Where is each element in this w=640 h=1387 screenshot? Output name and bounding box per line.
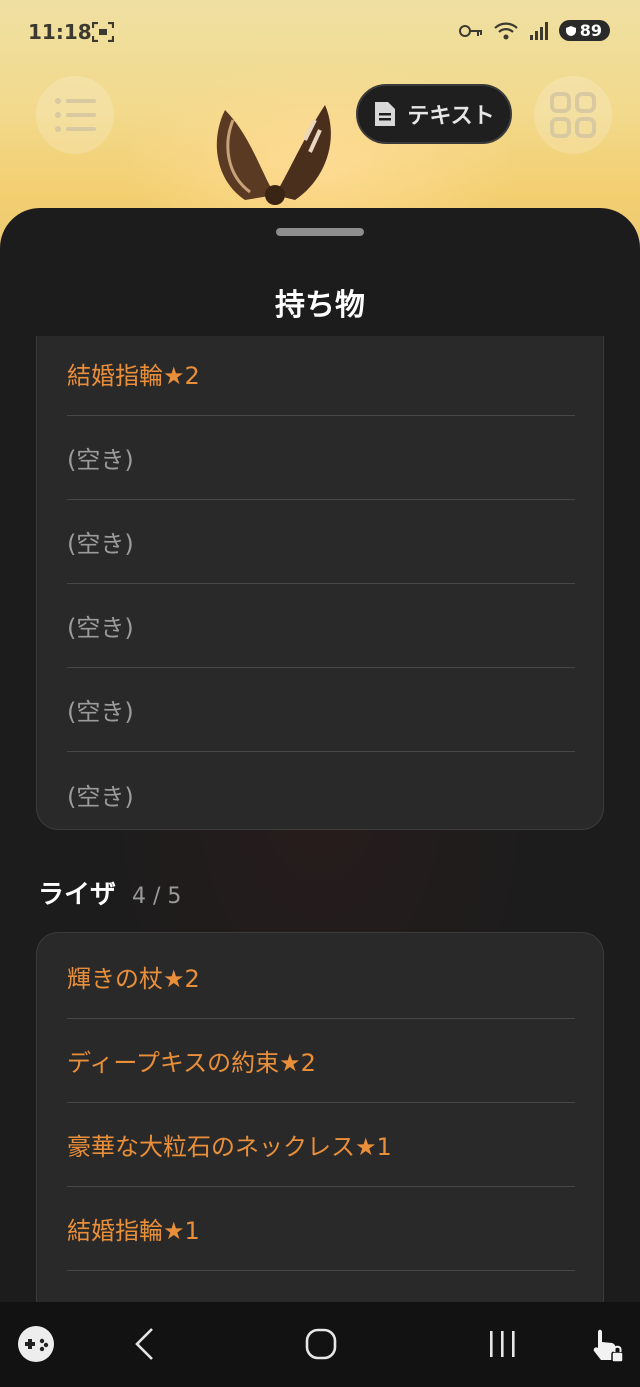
document-icon [375,102,396,126]
inventory-slot[interactable]: (空き) [67,416,575,500]
system-nav-bar [0,1302,640,1387]
character-ears-image [216,105,331,205]
back-icon [135,1328,153,1360]
touch-lock-button[interactable] [584,1322,628,1366]
home-icon [305,1328,337,1360]
inventory-slot[interactable]: 豪華な大粒石のネックレス★1 [67,1103,575,1187]
status-bar: 11:18 89 [0,0,640,66]
sheet-drag-handle[interactable] [276,228,364,236]
menu-button[interactable] [36,76,114,154]
text-button-label: テキスト [407,104,495,129]
back-button[interactable] [124,1322,164,1366]
touch-lock-icon [593,1329,624,1363]
character-name: ライザ [38,880,117,910]
inventory-slot[interactable]: 結婚指輪★2 [67,332,575,416]
inventory-sheet: 持ち物 結婚指輪★2 (空き) (空き) (空き) (空き) (空き) ライザ … [0,208,640,1387]
inventory-slot[interactable]: (空き) [67,752,575,836]
wifi-icon [493,22,518,39]
grid-menu-button[interactable] [534,76,612,154]
inventory-slot[interactable]: 輝きの杖★2 [67,935,575,1019]
inventory-card: 結婚指輪★2 (空き) (空き) (空き) (空き) (空き) [36,336,604,830]
recents-icon [490,1331,515,1357]
key-icon [458,24,482,37]
inventory-slot[interactable]: (空き) [67,500,575,584]
status-time: 11:18 [28,20,92,44]
shield-icon [565,25,576,36]
recents-button[interactable] [480,1322,524,1366]
inventory-slot[interactable]: 結婚指輪★1 [67,1187,575,1271]
inventory-slot[interactable]: (空き) [67,584,575,668]
game-tools-button[interactable] [14,1322,58,1366]
signal-icon [529,21,548,40]
text-button[interactable]: テキスト [356,84,512,144]
menu-icon [55,98,96,132]
grid-icon [550,92,596,138]
inventory-slot[interactable]: (空き) [67,668,575,752]
character-section-header: ライザ 4 / 5 [38,874,181,911]
slot-count: 4 / 5 [132,884,182,909]
screenshot-icon [92,22,114,42]
sheet-title: 持ち物 [275,288,365,323]
inventory-slot[interactable]: ディープキスの約束★2 [67,1019,575,1103]
battery-level: 89 [579,21,602,40]
battery-indicator: 89 [558,20,610,41]
home-button[interactable] [298,1322,344,1366]
gamepad-icon [18,1326,54,1362]
